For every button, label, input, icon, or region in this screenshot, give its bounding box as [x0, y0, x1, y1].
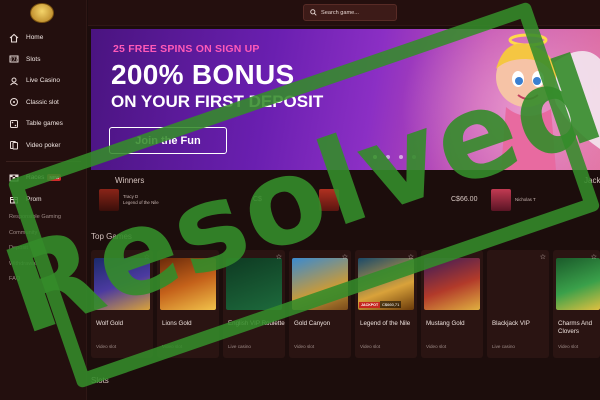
- game-category: Video slot: [360, 344, 381, 349]
- sidebar-item-label: Slots: [26, 55, 41, 63]
- home-icon: [9, 33, 19, 43]
- jackpot-amount: C$660,71: [380, 301, 402, 308]
- sidebar-item-table-games[interactable]: Table games: [0, 113, 87, 135]
- game-category: Live casino: [228, 344, 251, 349]
- star-icon[interactable]: ☆: [540, 253, 546, 261]
- sidebar-item-label: Live Casino: [26, 77, 60, 85]
- casino-logo[interactable]: [30, 3, 54, 23]
- classic-icon: [9, 97, 19, 107]
- live-icon: [9, 76, 19, 86]
- sidebar-item-home[interactable]: Home: [0, 27, 87, 49]
- game-name: Gold Canyon: [294, 320, 331, 327]
- star-icon[interactable]: ☆: [591, 253, 597, 261]
- game-category: Video slot: [426, 344, 447, 349]
- game-category: Live casino: [492, 344, 515, 349]
- banner-subtitle: 25 FREE SPINS ON SIGN UP: [113, 43, 260, 55]
- poker-icon: [9, 140, 19, 150]
- sidebar-item-label: Classic slot: [26, 98, 59, 106]
- game-thumbnail: [556, 258, 600, 310]
- sidebar-item-live-casino[interactable]: Live Casino: [0, 70, 87, 92]
- sidebar-item-classic-slot[interactable]: Classic slot: [0, 92, 87, 114]
- search-box[interactable]: [303, 4, 397, 21]
- sidebar-item-label: Table games: [26, 120, 63, 128]
- slot-icon: 777: [9, 54, 19, 64]
- game-name: Blackjack VIP: [492, 320, 530, 327]
- game-name: Legend of the Nile: [360, 320, 411, 327]
- game-category: Video slot: [294, 344, 315, 349]
- game-tile[interactable]: ☆ Blackjack VIP Live casino: [487, 250, 549, 358]
- sidebar-item-slots[interactable]: 777 Slots: [0, 49, 87, 71]
- table-icon: [9, 119, 19, 129]
- game-name: Mustang Gold: [426, 320, 465, 327]
- banner-title: 200% BONUS: [111, 59, 295, 90]
- game-category: Video slot: [558, 344, 579, 349]
- sidebar-item-label: Video poker: [26, 141, 61, 149]
- game-name: Charms And Clovers: [558, 320, 593, 335]
- search-icon: [310, 9, 317, 16]
- jackpot-badge: JACKPOT: [359, 302, 381, 308]
- game-tile[interactable]: ☆ Charms And Clovers Video slot: [553, 250, 600, 358]
- sidebar-item-label: Home: [26, 34, 44, 42]
- sidebar-item-video-poker[interactable]: Video poker: [0, 135, 87, 157]
- game-thumbnail: [490, 258, 546, 310]
- search-input[interactable]: [321, 9, 391, 16]
- svg-text:777: 777: [10, 57, 18, 62]
